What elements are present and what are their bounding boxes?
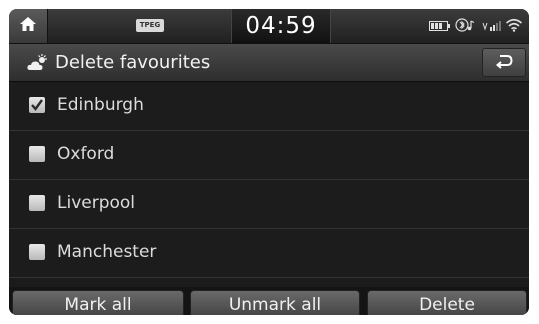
action-bar: Mark all Unmark all Delete xyxy=(9,287,529,315)
checkbox[interactable] xyxy=(29,97,45,113)
title-bar: Delete favourites xyxy=(9,44,529,82)
list-item-label: Liverpool xyxy=(57,193,136,213)
tpeg-indicator: TPEG xyxy=(136,19,164,32)
status-bar: TPEG 04:59 xyxy=(9,9,529,44)
signal-icon xyxy=(481,17,501,36)
home-icon xyxy=(19,15,37,37)
unmark-all-button[interactable]: Unmark all xyxy=(190,290,360,315)
list-item[interactable]: Manchester xyxy=(9,229,529,278)
list-item[interactable]: Liverpool xyxy=(9,180,529,229)
page-title: Delete favourites xyxy=(55,52,211,73)
battery-icon xyxy=(429,17,451,36)
status-icons xyxy=(429,9,523,43)
delete-button[interactable]: Delete xyxy=(367,290,527,315)
bluetooth-audio-icon xyxy=(455,17,477,36)
back-icon xyxy=(494,53,514,73)
back-button[interactable] xyxy=(482,48,526,77)
list-item-label: Edinburgh xyxy=(57,95,144,115)
checkbox[interactable] xyxy=(29,146,45,162)
home-button[interactable] xyxy=(9,9,48,43)
screen: TPEG 04:59 Delete favourites Edinburgh O… xyxy=(9,9,529,315)
weather-icon xyxy=(27,53,49,77)
checkbox[interactable] xyxy=(29,195,45,211)
list-item[interactable]: Edinburgh xyxy=(9,82,529,131)
clock: 04:59 xyxy=(231,9,331,43)
favourites-list: Edinburgh Oxford Liverpool Manchester xyxy=(9,82,529,278)
list-item-label: Oxford xyxy=(57,144,115,164)
list-item-label: Manchester xyxy=(57,242,157,262)
mark-all-button[interactable]: Mark all xyxy=(12,290,184,315)
checkbox[interactable] xyxy=(29,244,45,260)
wifi-icon xyxy=(505,17,523,36)
check-icon xyxy=(31,99,43,111)
list-item[interactable]: Oxford xyxy=(9,131,529,180)
